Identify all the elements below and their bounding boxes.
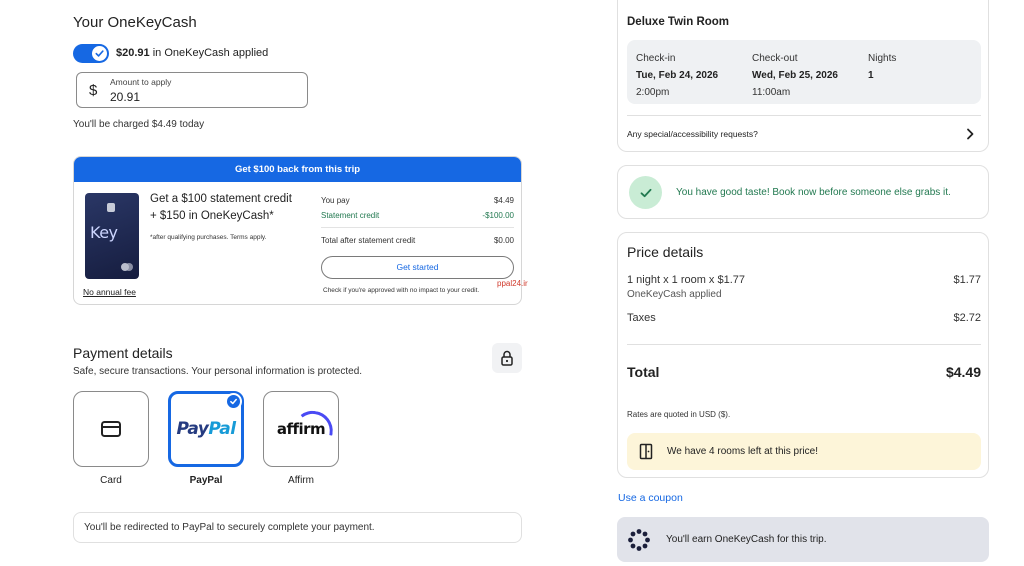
amount-to-apply-field[interactable]: $ Amount to apply 20.91 [76,72,308,108]
get-started-button[interactable]: Get started [321,256,514,279]
total-after-credit-label: Total after statement credit [321,236,416,245]
you-pay-value: $4.49 [493,196,514,205]
lock-icon [492,343,522,373]
price-details-title: Price details [627,244,704,260]
total-after-credit-row: Total after statement credit $0.00 [321,236,514,245]
paypal-logo-pal: Pal [208,419,236,439]
payment-method-affirm-label: Affirm [288,475,314,486]
card-brand-logo: Key [90,223,118,242]
check-out-label: Check-out [752,53,798,64]
check-in-time: 2:00pm [636,87,670,98]
room-summary-card: Deluxe Twin Room Check-in Tue, Feb 24, 2… [617,0,989,152]
approval-check-text: Check if you're approved with no impact … [323,287,480,294]
statement-credit-value: -$100.00 [482,211,514,220]
divider [627,344,981,345]
statement-credit-label: Statement credit [321,211,380,220]
nights-label: Nights [868,53,897,64]
payment-details-subtitle: Safe, secure transactions. Your personal… [73,366,363,377]
credit-card-promo: Get $100 back from this trip Key No annu… [73,156,522,305]
paypal-logo-pay: Pay [176,419,209,439]
check-in-date: Tue, Feb 24, 2026 [636,70,719,81]
promo-fine-print: *after qualifying purchases. Terms apply… [150,234,267,241]
earn-onekeycash-banner: You'll earn OneKeyCash for this trip. [617,517,989,562]
nights-column: Nights 1 [868,50,896,84]
onekeycash-title: Your OneKeyCash [73,14,197,31]
check-out-column: Check-out Wed, Feb 25, 2026 11:00am [752,50,838,101]
payment-method-card-label: Card [100,475,122,486]
amount-field-value[interactable]: 20.91 [110,90,140,104]
earn-onekeycash-message: You'll earn OneKeyCash for this trip. [666,534,827,545]
taxes-label: Taxes [627,312,656,324]
good-taste-message: You have good taste! Book now before som… [676,187,951,198]
paypal-logo: PayPal [176,419,236,439]
onekeycash-applied-text: $20.91 in OneKeyCash applied [116,47,268,59]
onekeycash-toggle[interactable] [73,44,109,63]
payment-method-card[interactable] [73,391,149,467]
currency-symbol: $ [89,82,98,99]
chevron-right-icon [967,128,974,140]
mastercard-icon [121,263,133,271]
stay-dates-box: Check-in Tue, Feb 24, 2026 2:00pm Check-… [627,40,981,104]
taxes-row: Taxes $2.72 [627,312,981,324]
door-icon [639,443,653,460]
you-pay-row: You pay $4.49 [321,196,514,205]
use-coupon-link[interactable]: Use a coupon [618,492,683,504]
special-requests-row[interactable]: Any special/accessibility requests? [627,115,981,152]
good-taste-banner: You have good taste! Book now before som… [617,165,989,219]
payment-method-paypal-label: PayPal [189,475,223,486]
price-details-card: Price details 1 night x 1 room x $1.77 $… [617,232,989,478]
check-in-label: Check-in [636,53,676,64]
room-rate-value: $1.77 [953,274,981,286]
special-requests-label: Any special/accessibility requests? [627,129,758,139]
total-label: Total [627,364,660,380]
onekeycash-applied-suffix: in OneKeyCash applied [149,47,269,59]
total-row: Total $4.49 [627,364,981,380]
room-name: Deluxe Twin Room [627,16,730,28]
payment-method-affirm[interactable]: affirm [263,391,339,467]
charged-today-text: You'll be charged $4.49 today [73,119,205,130]
statement-credit-row: Statement credit -$100.00 [321,211,514,220]
credit-card-icon [101,421,121,437]
payment-method-paypal[interactable]: PayPal [168,391,244,467]
check-out-time: 11:00am [752,87,791,98]
rooms-left-message: We have 4 rooms left at this price! [667,446,818,457]
no-annual-fee-link[interactable]: No annual fee [83,287,136,297]
nights-value: 1 [868,70,874,81]
room-rate-label: 1 night x 1 room x $1.77 [627,274,746,286]
check-in-column: Check-in Tue, Feb 24, 2026 2:00pm [636,50,718,101]
payment-details-title: Payment details [73,345,173,361]
card-chip-icon [107,203,115,212]
taxes-value: $2.72 [953,312,981,324]
you-pay-label: You pay [321,196,350,205]
rooms-left-banner: We have 4 rooms left at this price! [627,433,981,470]
selected-check-icon [225,393,242,410]
credit-card-image: Key [85,193,139,279]
amount-field-label: Amount to apply [110,77,172,87]
rates-currency-note: Rates are quoted in USD ($). [627,410,731,419]
promo-headline: Get a $100 statement credit [150,193,292,205]
promo-subheadline: + $150 in OneKeyCash* [150,210,274,222]
paypal-redirect-notice: You'll be redirected to PayPal to secure… [73,512,522,543]
room-rate-row: 1 night x 1 room x $1.77 $1.77 [627,274,981,286]
onekeycash-applied-note: OneKeyCash applied [627,289,722,300]
watermark-text: ppal24.ir [497,279,528,288]
divider [321,227,514,228]
check-icon [92,46,107,61]
onekeycash-icon [628,529,650,551]
onekeycash-applied-amount: $20.91 [116,47,150,59]
check-out-date: Wed, Feb 25, 2026 [752,70,838,81]
total-value: $4.49 [945,364,981,380]
total-after-credit-value: $0.00 [493,236,514,245]
check-circle-icon [629,176,662,209]
affirm-logo: affirm [277,408,336,438]
promo-header: Get $100 back from this trip [74,157,521,182]
